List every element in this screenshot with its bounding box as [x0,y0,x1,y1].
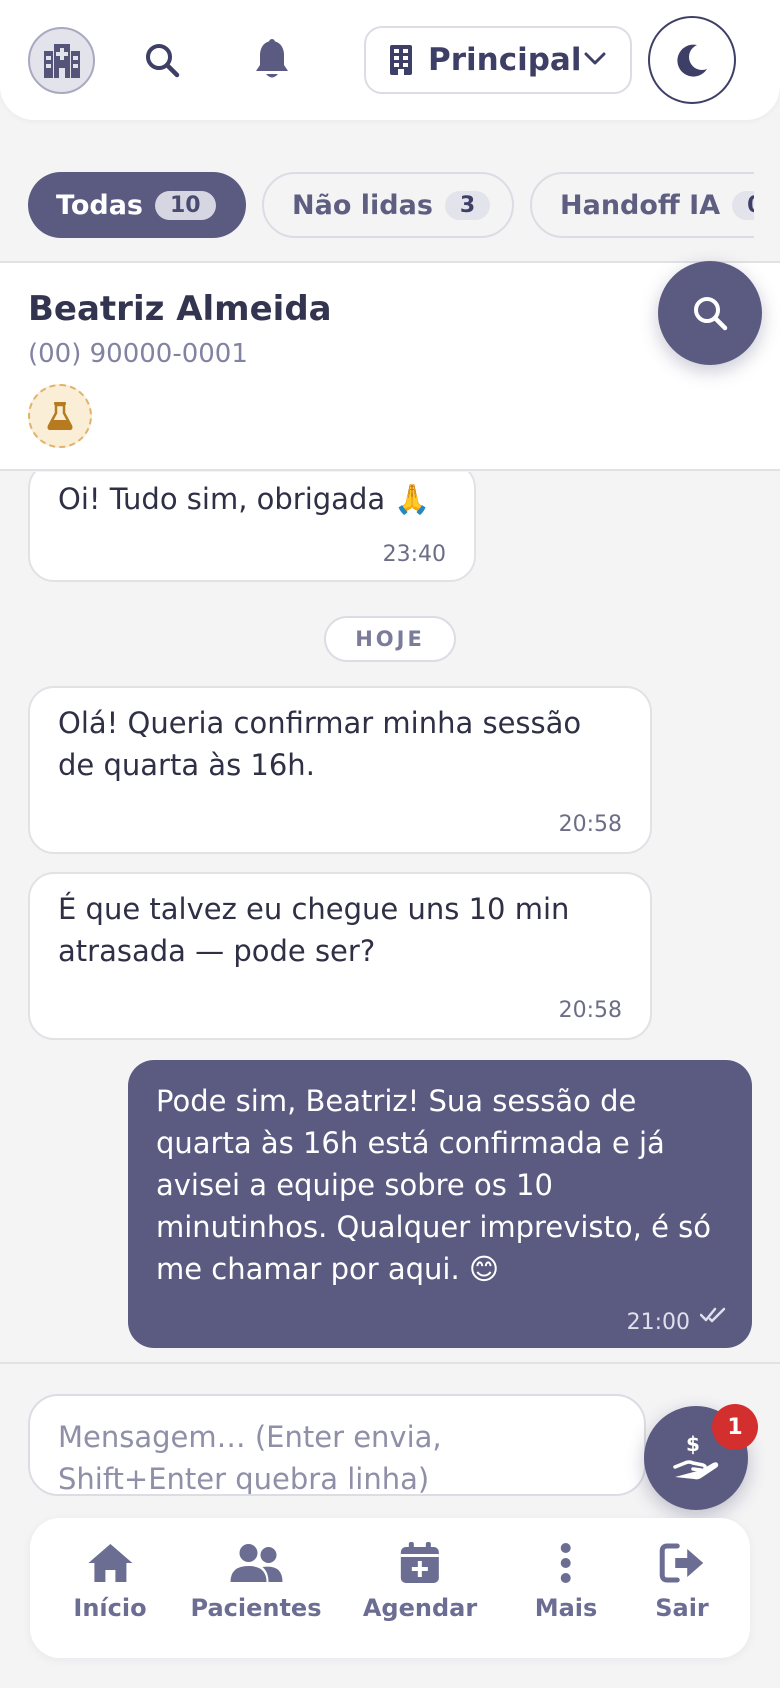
message-time: 20:58 [558,812,622,837]
filter-chip-nao-lidas[interactable]: Não lidas 3 [262,172,514,238]
bottom-nav: Início Pacientes Agendar Mais Sair [30,1518,750,1658]
message-bubble-incoming: É que talvez eu chegue uns 10 min atrasa… [28,872,652,1040]
nav-label: Mais [534,1594,598,1622]
double-check-icon [700,1307,726,1323]
message-time: 23:40 [382,542,446,567]
home-icon [88,1544,132,1582]
unit-selector-label: Principal [428,42,582,78]
message-text: Oi! Tudo sim, obrigada 🙏 [58,482,431,516]
filter-chip-label: Todas [56,189,143,221]
calendar-plus-icon [400,1542,439,1583]
nav-item-pacientes[interactable]: Pacientes [191,1542,322,1622]
filter-chip-count: 10 [155,190,216,220]
message-text: Olá! Queria confirmar minha sessão de qu… [58,706,582,782]
nav-label: Pacientes [190,1594,322,1622]
nav-item-sair[interactable]: Sair [655,1542,709,1622]
message-list: Oi! Tudo sim, obrigada 🙏 23:40 HOJE Olá!… [0,472,780,1362]
nav-label: Início [73,1594,147,1622]
more-vertical-icon [561,1543,571,1583]
message-text: Pode sim, Beatriz! Sua sessão de quarta … [156,1084,711,1286]
nav-item-agendar[interactable]: Agendar [363,1542,477,1622]
filter-chip-label: Handoff IA [560,189,721,221]
filter-chip-label: Não lidas [292,189,433,221]
top-bar: Principal [0,0,780,120]
notifications-button[interactable] [244,32,300,88]
notification-badge: 1 [712,1404,758,1450]
filter-chip-count: 3 [444,190,491,220]
unit-selector[interactable]: Principal [364,26,632,94]
contact-phone: (00) 90000-0001 [28,339,248,369]
filter-chips: Todas 10 Não lidas 3 Handoff IA 0 [0,172,754,240]
nav-label: Sair [655,1594,709,1622]
moon-icon [677,44,707,77]
theme-toggle-button[interactable] [648,16,736,104]
bell-icon [256,39,288,78]
users-icon [230,1544,282,1582]
nav-label: Agendar [362,1594,478,1622]
filter-chip-todas[interactable]: Todas 10 [28,172,246,238]
day-separator: HOJE [324,616,456,662]
svg-text:$: $ [686,1433,700,1456]
flask-icon [47,402,73,430]
message-input[interactable]: Mensagem… (Enter envia, Shift+Enter queb… [28,1394,646,1496]
nav-item-mais[interactable]: Mais [534,1542,598,1622]
filter-chip-count: 0 [732,190,754,220]
message-text: É que talvez eu chegue uns 10 min atrasa… [58,892,570,968]
hand-money-icon: $ [673,1433,719,1480]
filter-chip-handoff-ia[interactable]: Handoff IA 0 [530,172,754,238]
message-bubble-incoming: Olá! Queria confirmar minha sessão de qu… [28,686,652,854]
message-time: 21:00 [626,1310,690,1335]
search-icon [694,297,728,331]
chevron-down-icon [584,52,606,65]
search-button[interactable] [134,32,190,88]
clinic-logo-button[interactable] [28,27,95,94]
hospital-icon [43,43,80,78]
contact-name: Beatriz Almeida [28,289,332,329]
message-bubble-incoming: Oi! Tudo sim, obrigada 🙏 23:40 [28,472,476,582]
building-icon [390,45,412,75]
message-bubble-outgoing: Pode sim, Beatriz! Sua sessão de quarta … [128,1060,752,1348]
nav-item-inicio[interactable]: Início [73,1542,147,1622]
search-icon [146,44,180,78]
message-time: 20:58 [558,998,622,1023]
logout-icon [659,1543,703,1583]
search-messages-button[interactable] [658,261,762,365]
lab-badge[interactable] [28,384,92,448]
